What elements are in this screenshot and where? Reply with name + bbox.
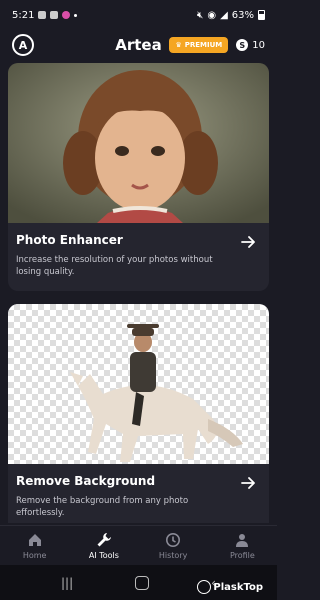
photo-enhancer-body: Photo Enhancer Increase the resolution o… bbox=[8, 223, 269, 289]
nav-label: History bbox=[158, 550, 188, 560]
card-title: Remove Background bbox=[16, 474, 156, 488]
clock-icon bbox=[166, 532, 181, 547]
wrench-icon bbox=[97, 532, 111, 546]
status-right: 🔇︎ ◉ ◢ 63% bbox=[197, 10, 265, 21]
mute-icon: 🔇︎ bbox=[197, 9, 204, 21]
battery-percent: 63% bbox=[231, 9, 254, 21]
notification-icon bbox=[38, 11, 47, 19]
recent-apps-button[interactable]: ||| bbox=[61, 576, 73, 590]
app-notification-icon bbox=[62, 11, 71, 19]
nav-profile[interactable]: Profile bbox=[208, 526, 277, 565]
nav-home[interactable]: Home bbox=[0, 526, 69, 565]
battery-icon bbox=[258, 10, 265, 20]
app-bar: A Artea ♛ PREMIUM S 10 bbox=[0, 30, 277, 60]
remove-background-card[interactable]: Remove Background Remove the background … bbox=[8, 304, 269, 523]
coin-icon: S bbox=[236, 39, 249, 51]
horse-rider-image bbox=[8, 304, 269, 464]
app-logo[interactable]: A bbox=[12, 34, 34, 56]
nav-history[interactable]: History bbox=[139, 526, 208, 565]
nav-label: Profile bbox=[229, 550, 255, 560]
bottom-navigation: Home AI Tools History Profile bbox=[0, 525, 277, 565]
system-navigation-bar: ||| ‹ PlaskTop bbox=[0, 565, 277, 600]
card-title: Photo Enhancer bbox=[16, 233, 123, 247]
status-time: 5:21 bbox=[12, 9, 35, 21]
signal-icon: ◢ bbox=[220, 9, 228, 21]
wifi-icon: ◉ bbox=[207, 9, 217, 21]
premium-button[interactable]: ♛ PREMIUM bbox=[169, 37, 229, 53]
home-system-button[interactable] bbox=[135, 575, 150, 590]
child-portrait-image bbox=[8, 63, 269, 223]
watermark-text: PlaskTop bbox=[213, 581, 263, 593]
watermark: PlaskTop bbox=[197, 580, 263, 594]
photo-enhancer-card[interactable]: Photo Enhancer Increase the resolution o… bbox=[8, 63, 269, 291]
crown-icon: ♛ bbox=[175, 41, 182, 49]
card-description: Remove the background from any photo eff… bbox=[16, 496, 189, 519]
nav-ai-tools[interactable]: AI Tools bbox=[69, 526, 138, 565]
home-icon bbox=[28, 533, 41, 546]
tools-feed[interactable]: Photo Enhancer Increase the resolution o… bbox=[8, 63, 269, 523]
person-icon bbox=[236, 533, 249, 547]
arrow-right-icon[interactable] bbox=[239, 474, 257, 492]
card-description: Increase the resolution of your photos w… bbox=[16, 255, 213, 278]
nav-label: Home bbox=[22, 550, 47, 560]
more-notifications-icon bbox=[74, 13, 78, 17]
premium-label: PREMIUM bbox=[184, 41, 223, 49]
arrow-right-icon[interactable] bbox=[239, 233, 257, 251]
gmail-icon bbox=[50, 11, 59, 19]
remove-background-body: Remove Background Remove the background … bbox=[8, 464, 269, 523]
credits-value: 10 bbox=[252, 39, 265, 51]
status-left: 5:21 bbox=[12, 9, 78, 21]
watermark-logo-icon bbox=[197, 580, 212, 594]
status-bar: 5:21 🔇︎ ◉ ◢ 63% bbox=[0, 0, 277, 30]
credits-counter[interactable]: S 10 bbox=[236, 39, 265, 51]
nav-label: AI Tools bbox=[88, 550, 119, 560]
